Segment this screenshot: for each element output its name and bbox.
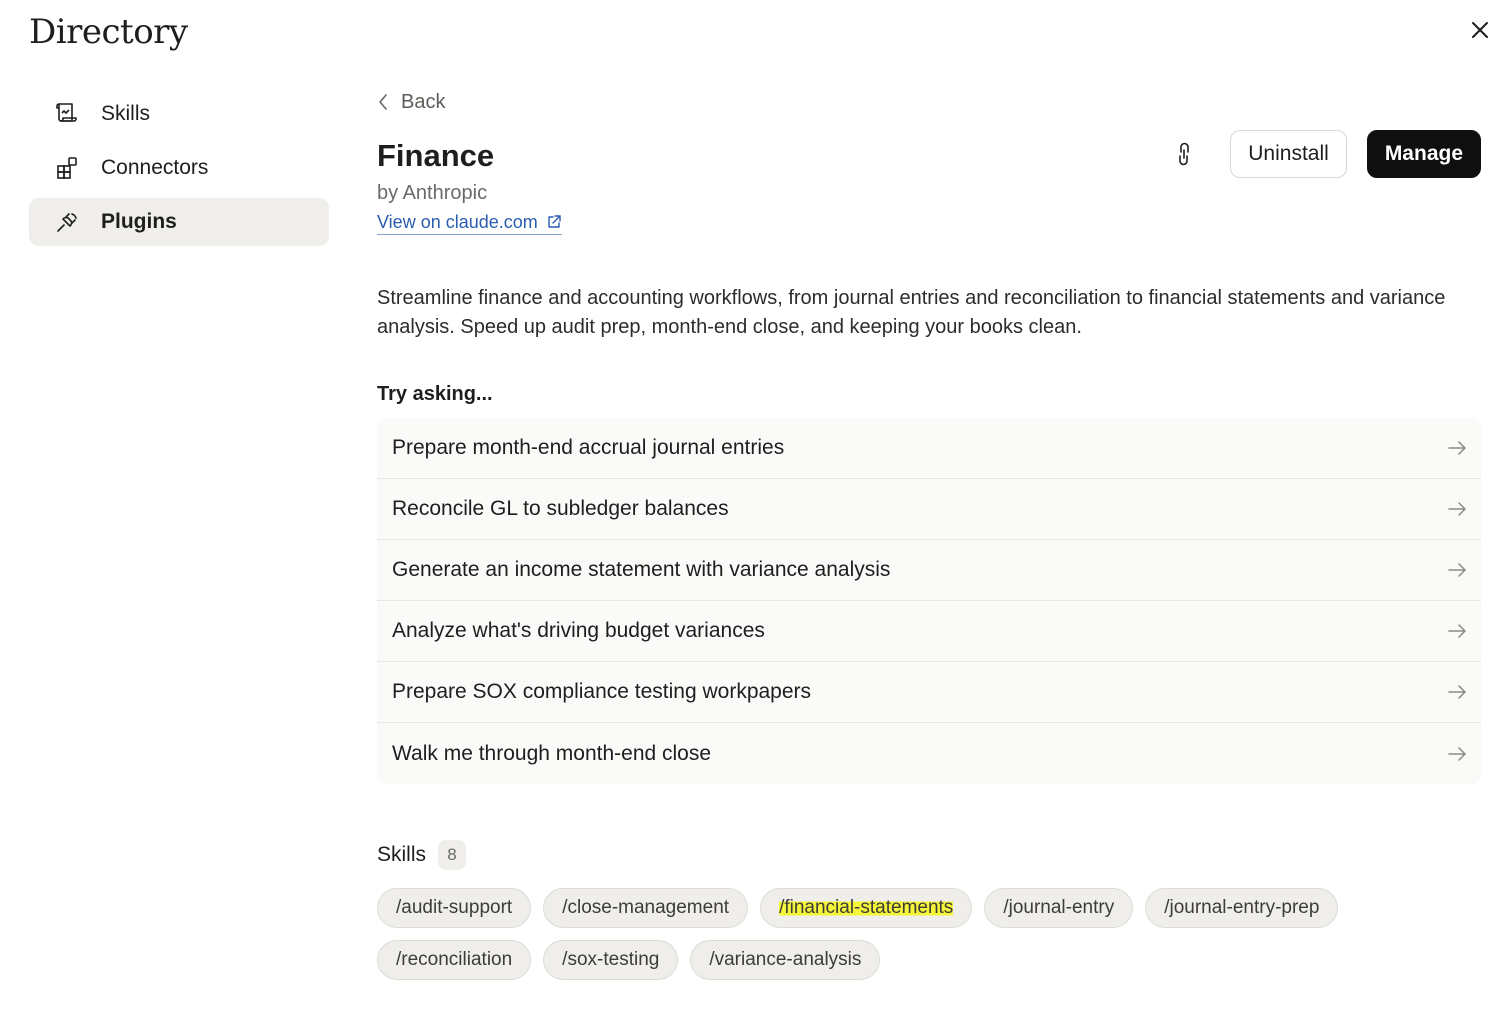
sidebar-item-plugins[interactable]: Plugins [29, 198, 329, 246]
skill-chip-label-highlighted: /financial-statements [779, 897, 954, 919]
sidebar-item-skills[interactable]: Skills [29, 90, 329, 138]
plug-icon [53, 208, 81, 236]
arrow-right-icon [1448, 746, 1466, 761]
back-link[interactable]: Back [377, 84, 445, 120]
arrow-right-icon [1448, 624, 1466, 638]
skill-chip-journal-entry[interactable]: /journal-entry [984, 888, 1134, 928]
prompt-item[interactable]: Generate an income statement with varian… [377, 540, 1481, 601]
connectors-icon [53, 154, 81, 182]
plugin-header: Finance by Anthropic View on claude.com [377, 130, 1481, 254]
prompt-item[interactable]: Walk me through month-end close [377, 723, 1481, 784]
prompt-text: Prepare SOX compliance testing workpaper… [392, 680, 812, 703]
plugin-author: by Anthropic [377, 182, 488, 204]
prompt-text: Analyze what's driving budget variances [392, 619, 765, 642]
plugin-actions: Uninstall Manage [1164, 130, 1481, 178]
prompt-text: Generate an income statement with varian… [392, 558, 891, 581]
arrow-right-icon [1448, 563, 1466, 577]
back-label: Back [401, 90, 446, 113]
prompt-item[interactable]: Prepare SOX compliance testing workpaper… [377, 662, 1481, 723]
prompt-item[interactable]: Analyze what's driving budget variances [377, 601, 1481, 662]
copy-link-button[interactable] [1164, 134, 1204, 174]
skill-chip-journal-entry-prep[interactable]: /journal-entry-prep [1145, 888, 1339, 928]
plugin-description: Streamline finance and accounting workfl… [377, 287, 1446, 338]
sidebar: Skills Connectors Plugins [29, 90, 329, 252]
skills-icon [53, 100, 81, 128]
skill-chip-variance-analysis[interactable]: /variance-analysis [690, 940, 881, 980]
skill-chip-label: /journal-entry [1003, 897, 1115, 918]
skill-chip-label: /reconciliation [396, 949, 513, 970]
sidebar-item-label: Skills [101, 102, 151, 125]
view-on-claude-link[interactable]: View on claude.com [377, 210, 562, 235]
skill-chip-label: /audit-support [396, 897, 513, 918]
sidebar-item-connectors[interactable]: Connectors [29, 144, 329, 192]
prompt-text: Prepare month-end accrual journal entrie… [392, 436, 785, 459]
prompt-list: Prepare month-end accrual journal entrie… [377, 418, 1481, 784]
plugin-detail: Back Finance by Anthropic View on claude… [377, 84, 1481, 992]
chevron-left-icon [377, 93, 389, 111]
skill-chip-close-management[interactable]: /close-management [543, 888, 749, 928]
skill-chip-label: /close-management [562, 897, 730, 918]
close-icon [1472, 22, 1488, 38]
arrow-right-icon [1448, 441, 1466, 455]
link-icon [1179, 142, 1190, 166]
skill-chip-label: /journal-entry-prep [1164, 897, 1320, 918]
skills-chip-list: /audit-support /close-management /financ… [377, 888, 1417, 992]
prompt-text: Walk me through month-end close [392, 741, 712, 765]
arrow-right-icon [1448, 502, 1466, 516]
external-link-icon [546, 214, 562, 230]
prompt-item[interactable]: Reconcile GL to subledger balances [377, 479, 1481, 540]
try-asking-heading: Try asking... [377, 383, 493, 405]
view-link-label: View on claude.com [377, 212, 538, 232]
close-button[interactable] [1464, 14, 1495, 46]
manage-button[interactable]: Manage [1366, 130, 1481, 178]
skill-chip-sox-testing[interactable]: /sox-testing [543, 940, 679, 980]
skill-chip-financial-statements[interactable]: /financial-statements [760, 888, 973, 928]
skill-chip-label: /sox-testing [562, 949, 660, 970]
skill-chip-label: /variance-analysis [709, 949, 862, 970]
sidebar-item-label: Plugins [101, 210, 177, 233]
page-title: Directory [29, 12, 188, 52]
prompt-text: Reconcile GL to subledger balances [392, 497, 729, 520]
skills-heading: Skills 8 [377, 840, 1481, 870]
prompt-item[interactable]: Prepare month-end accrual journal entrie… [377, 418, 1481, 479]
skills-heading-label: Skills [377, 843, 427, 866]
sidebar-item-label: Connectors [101, 156, 209, 179]
uninstall-button[interactable]: Uninstall [1230, 130, 1347, 178]
arrow-right-icon [1448, 685, 1466, 699]
skills-count-badge: 8 [438, 840, 467, 870]
skill-chip-audit-support[interactable]: /audit-support [377, 888, 532, 928]
skill-chip-reconciliation[interactable]: /reconciliation [377, 940, 532, 980]
